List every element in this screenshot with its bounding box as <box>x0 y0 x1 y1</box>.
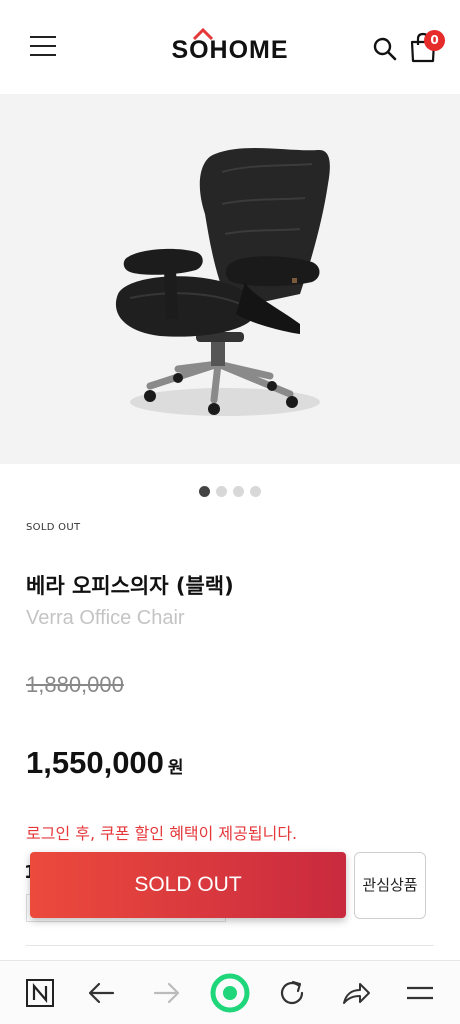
soldout-button[interactable]: SOLD OUT <box>30 852 346 918</box>
product-name-korean: 베라 오피스의자 (블랙) <box>26 574 234 598</box>
product-name-english: Verra Office Chair <box>26 607 185 629</box>
product-image-slider[interactable] <box>0 94 460 464</box>
browser-toolbar <box>0 960 460 1024</box>
section-divider <box>26 945 434 946</box>
forward-arrow-icon[interactable] <box>150 977 182 1009</box>
hamburger-menu-icon[interactable] <box>30 36 56 58</box>
wishlist-button[interactable]: 관심상품 <box>354 852 426 919</box>
original-price: 1,880,000 <box>26 672 124 697</box>
sale-price: 1,550,000 원 <box>26 745 184 781</box>
logo-text: SOHOME <box>171 36 289 64</box>
green-home-icon[interactable] <box>210 973 250 1013</box>
coupon-notice: 로그인 후, 쿠폰 할인 혜택이 제공됩니다. <box>26 824 298 843</box>
slider-pagination <box>0 482 460 501</box>
menu-icon[interactable] <box>404 977 436 1009</box>
office-chair-image <box>115 147 330 416</box>
currency-unit: 원 <box>167 758 184 777</box>
refresh-icon[interactable] <box>276 977 308 1009</box>
share-icon[interactable] <box>340 977 372 1009</box>
sale-price-value: 1,550,000 <box>26 745 164 780</box>
slider-dot-2[interactable] <box>216 486 227 497</box>
back-arrow-icon[interactable] <box>86 977 118 1009</box>
slider-dot-1[interactable] <box>199 486 210 497</box>
soldout-status-tag: SOLD OUT <box>26 522 81 533</box>
slider-dot-4[interactable] <box>250 486 261 497</box>
cart-count-badge: 0 <box>424 30 445 51</box>
site-logo[interactable]: SOHOME <box>158 28 302 64</box>
site-header: SOHOME 0 <box>0 0 460 94</box>
product-page: SOHOME 0 SOLD OUT 베라 오피스의자 (블랙) Verra Of… <box>0 0 460 1024</box>
naver-n-icon[interactable] <box>24 977 56 1009</box>
search-icon[interactable] <box>372 36 398 62</box>
slider-dot-3[interactable] <box>233 486 244 497</box>
